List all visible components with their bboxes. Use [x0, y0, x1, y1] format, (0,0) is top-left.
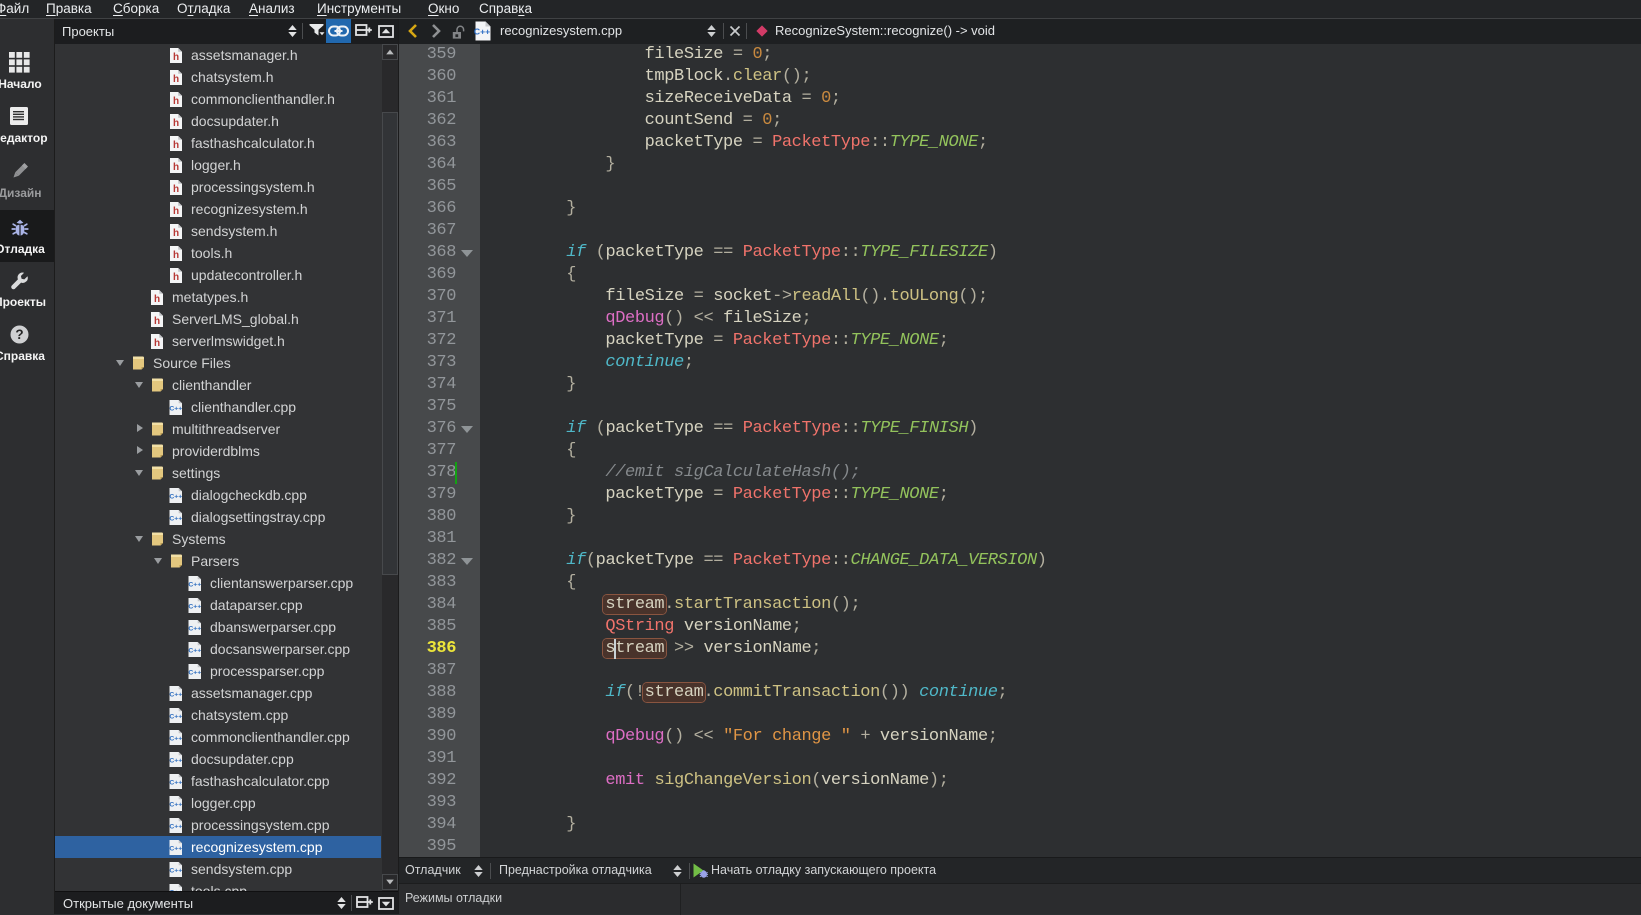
- svg-text:h: h: [154, 316, 160, 327]
- svg-text:C++: C++: [169, 713, 182, 720]
- svg-text:C++: C++: [474, 27, 490, 37]
- svg-text:h: h: [173, 140, 179, 151]
- svg-text:h: h: [173, 96, 179, 107]
- svg-text:h: h: [173, 206, 179, 217]
- svg-text:C++: C++: [188, 625, 201, 632]
- svg-text:h: h: [173, 272, 179, 283]
- svg-text:C++: C++: [169, 823, 182, 830]
- svg-text:C++: C++: [169, 757, 182, 764]
- svg-text:C++: C++: [169, 735, 182, 742]
- svg-text:C++: C++: [169, 779, 182, 786]
- svg-text:h: h: [173, 162, 179, 173]
- svg-text:C++: C++: [188, 603, 201, 610]
- svg-text:?: ?: [15, 327, 23, 342]
- svg-text:h: h: [173, 74, 179, 85]
- svg-text:C++: C++: [188, 669, 201, 676]
- svg-text:C++: C++: [169, 515, 182, 522]
- svg-text:C++: C++: [188, 581, 201, 588]
- svg-text:C++: C++: [188, 647, 201, 654]
- svg-text:C++: C++: [169, 867, 182, 874]
- svg-text:h: h: [154, 338, 160, 349]
- svg-text:h: h: [173, 184, 179, 195]
- svg-text:C++: C++: [169, 801, 182, 808]
- svg-text:h: h: [154, 294, 160, 305]
- svg-text:C++: C++: [169, 493, 182, 500]
- svg-text:h: h: [173, 118, 179, 129]
- svg-text:h: h: [173, 250, 179, 261]
- svg-text:C++: C++: [169, 405, 182, 412]
- svg-text:C++: C++: [169, 845, 182, 852]
- svg-text:h: h: [173, 52, 179, 63]
- svg-text:C++: C++: [169, 691, 182, 698]
- svg-text:h: h: [173, 228, 179, 239]
